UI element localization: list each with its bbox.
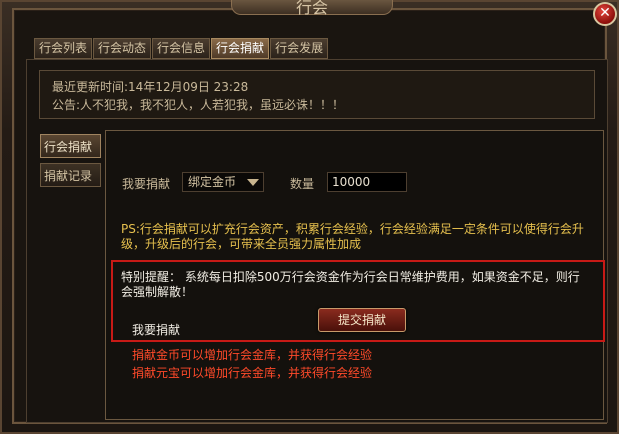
currency-select-value: 绑定金币 <box>188 175 237 189</box>
warning-text: 特别提醒： 系统每日扣除500万行会资金作为行会日常维护费用，如果资金不足，则行… <box>121 270 580 299</box>
window-title: 行会 <box>295 0 328 17</box>
tab-bar: 行会列表 行会动态 行会信息 行会捐献 行会发展 <box>34 38 329 59</box>
submit-donate-button[interactable]: 提交捐献 <box>318 308 406 332</box>
title-plate: 行会 <box>231 0 393 17</box>
tab-guild-develop[interactable]: 行会发展 <box>270 38 329 59</box>
last-updated-text: 最近更新时间:14年12月09日 23:28 <box>52 80 249 94</box>
quantity-input[interactable]: 10000 <box>327 172 407 192</box>
donate-label: 我要捐献 <box>122 177 171 191</box>
chevron-down-icon <box>247 179 259 186</box>
side-tab-donate-record[interactable]: 捐献记录 <box>40 163 101 187</box>
hint-gold: 捐献金币可以增加行会金库，并获得行会经验 <box>132 348 373 362</box>
side-tabs: 行会捐献 捐献记录 <box>40 134 101 192</box>
warning-donate-label: 我要捐献 <box>132 323 181 337</box>
tab-guild-list[interactable]: 行会列表 <box>34 38 93 59</box>
notice-box: 最近更新时间:14年12月09日 23:28 公告:人不犯我，我不犯人，人若犯我… <box>39 70 595 119</box>
side-tab-donate[interactable]: 行会捐献 <box>40 134 101 158</box>
tab-guild-news[interactable]: 行会动态 <box>93 38 152 59</box>
close-icon: ✕ <box>599 5 611 21</box>
tab-guild-donate[interactable]: 行会捐献 <box>211 38 270 59</box>
currency-select[interactable]: 绑定金币 <box>182 172 264 192</box>
hint-yuanbao: 捐献元宝可以增加行会金库，并获得行会经验 <box>132 366 373 380</box>
close-button[interactable]: ✕ <box>593 2 617 26</box>
quantity-label: 数量 <box>290 177 315 191</box>
ps-note: PS:行会捐献可以扩充行会资产，积累行会经验，行会经验满足一定条件可以使得行会升… <box>121 222 584 251</box>
tab-guild-info[interactable]: 行会信息 <box>152 38 211 59</box>
announcement-text: 公告:人不犯我，我不犯人，人若犯我，虽远必诛！！！ <box>52 98 345 112</box>
